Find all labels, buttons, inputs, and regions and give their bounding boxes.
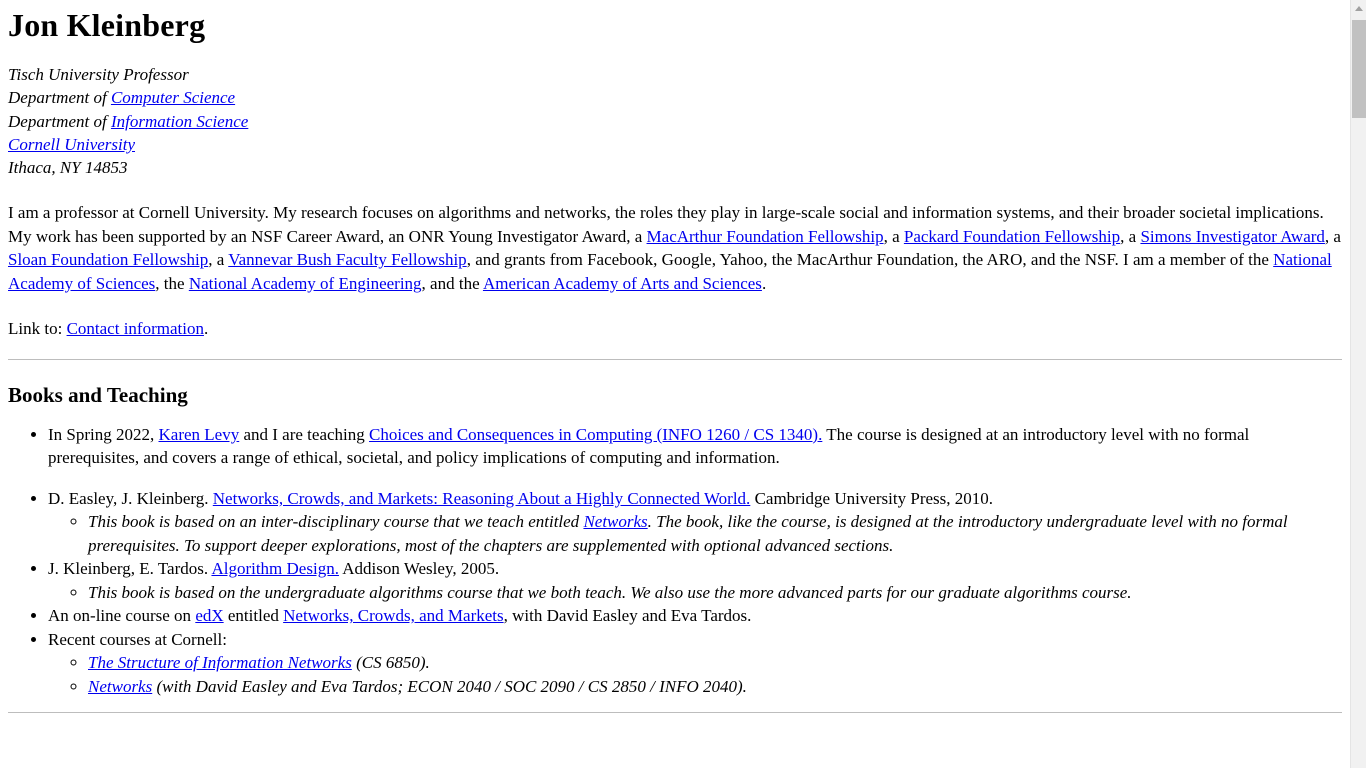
contact-prefix: Link to: bbox=[8, 319, 67, 339]
bio-text-7: , the bbox=[155, 273, 189, 293]
edx-text-1: An on-line course on bbox=[48, 606, 196, 626]
link-information-science[interactable]: Information Science bbox=[111, 112, 248, 131]
bio-text-4: , a bbox=[1324, 226, 1341, 246]
ecn-note-text-1: This book is based on an inter-disciplin… bbox=[88, 512, 584, 532]
spring-text-1: In Spring 2022, bbox=[48, 424, 159, 444]
list-item-edx-course: An on-line course on edX entitled Networ… bbox=[48, 604, 1342, 628]
bio-text-5: , a bbox=[208, 250, 229, 270]
link-edx[interactable]: edX bbox=[195, 606, 223, 625]
bio-text-9: . bbox=[761, 273, 767, 293]
networks-book-notes-list: This book is based on an inter-disciplin… bbox=[48, 510, 1342, 557]
list-item-recent-courses: Recent courses at Cornell: The Structure… bbox=[48, 628, 1342, 699]
browser-viewport: Jon Kleinberg Tisch University Professor… bbox=[0, 0, 1366, 768]
bio-text-6: , and grants from Facebook, Google, Yaho… bbox=[466, 250, 1274, 270]
list-item-algorithm-design-note: This book is based on the undergraduate … bbox=[88, 581, 1342, 605]
networks-course-code: (with David Easley and Eva Tardos; ECON … bbox=[152, 676, 747, 696]
address-block: Tisch University Professor Department of… bbox=[8, 63, 1342, 179]
structure-course-code: (CS 6850). bbox=[351, 653, 430, 673]
scrollbar-thumb[interactable] bbox=[1352, 20, 1366, 118]
recent-courses-label: Recent courses at Cornell: bbox=[48, 629, 227, 649]
link-macarthur-fellowship[interactable]: MacArthur Foundation Fellowship bbox=[647, 227, 884, 246]
address-line-is: Department of Information Science bbox=[8, 110, 1342, 133]
recent-courses-list: The Structure of Information Networks (C… bbox=[48, 651, 1342, 698]
list-item-networks-book-note: This book is based on an inter-disciplin… bbox=[88, 510, 1342, 557]
list-item-networks-course: Networks (with David Easley and Eva Tard… bbox=[88, 675, 1342, 699]
address-line-title-text: Tisch University Professor bbox=[8, 65, 189, 85]
link-cornell-university[interactable]: Cornell University bbox=[8, 135, 135, 154]
algo-text-2: Addison Wesley, 2005. bbox=[338, 559, 500, 579]
address-line-is-prefix: Department of bbox=[8, 111, 111, 131]
spring-text-2: and I are teaching bbox=[239, 424, 370, 444]
list-item-networks-crowds-markets-book: D. Easley, J. Kleinberg. Networks, Crowd… bbox=[48, 487, 1342, 558]
list-item-spring-course: In Spring 2022, Karen Levy and I are tea… bbox=[48, 423, 1342, 470]
bio-paragraph: I am a professor at Cornell University. … bbox=[8, 201, 1342, 295]
link-structure-of-information-networks[interactable]: The Structure of Information Networks bbox=[88, 653, 352, 672]
address-line-university: Cornell University bbox=[8, 133, 1342, 156]
link-choices-and-consequences[interactable]: Choices and Consequences in Computing (I… bbox=[369, 425, 822, 444]
link-packard-fellowship[interactable]: Packard Foundation Fellowship bbox=[904, 227, 1120, 246]
edx-text-2: entitled bbox=[223, 606, 284, 626]
ecn-text-1: D. Easley, J. Kleinberg. bbox=[48, 488, 213, 508]
link-simons-investigator-award[interactable]: Simons Investigator Award bbox=[1140, 227, 1324, 246]
link-national-academy-engineering[interactable]: National Academy of Engineering bbox=[189, 274, 422, 293]
divider-bottom bbox=[8, 712, 1342, 715]
link-karen-levy[interactable]: Karen Levy bbox=[159, 425, 240, 444]
page-title: Jon Kleinberg bbox=[8, 7, 206, 43]
link-networks-crowds-markets-book[interactable]: Networks, Crowds, and Markets: Reasoning… bbox=[213, 489, 751, 508]
algo-text-1: J. Kleinberg, E. Tardos. bbox=[48, 559, 212, 579]
bio-text-2: , a bbox=[883, 226, 904, 246]
books-teaching-list: In Spring 2022, Karen Levy and I are tea… bbox=[8, 423, 1342, 699]
bio-text-3: , a bbox=[1120, 226, 1141, 246]
list-item-algorithm-design-book: J. Kleinberg, E. Tardos. Algorithm Desig… bbox=[48, 557, 1342, 604]
address-line-title: Tisch University Professor bbox=[8, 63, 1342, 86]
link-american-academy-arts-sciences[interactable]: American Academy of Arts and Sciences bbox=[483, 274, 762, 293]
contact-line: Link to: Contact information. bbox=[8, 317, 1342, 341]
algorithm-design-notes-list: This book is based on the undergraduate … bbox=[48, 581, 1342, 605]
vertical-scrollbar[interactable] bbox=[1350, 0, 1366, 768]
link-networks-recent-course[interactable]: Networks bbox=[88, 677, 152, 696]
link-computer-science[interactable]: Computer Science bbox=[111, 88, 235, 107]
link-networks-crowds-markets-course[interactable]: Networks, Crowds, and Markets bbox=[283, 606, 504, 625]
address-line-city: Ithaca, NY 14853 bbox=[8, 156, 1342, 179]
address-line-city-text: Ithaca, NY 14853 bbox=[8, 158, 128, 177]
link-vannevar-bush-fellowship[interactable]: Vannevar Bush Faculty Fellowship bbox=[228, 250, 466, 269]
ecn-text-2: Cambridge University Press, 2010. bbox=[750, 488, 994, 508]
page-content: Jon Kleinberg Tisch University Professor… bbox=[0, 0, 1350, 768]
list-item-structure-of-information-networks: The Structure of Information Networks (C… bbox=[88, 651, 1342, 675]
contact-suffix: . bbox=[203, 319, 209, 339]
edx-text-3: , with David Easley and Eva Tardos. bbox=[503, 606, 752, 626]
address-line-cs-prefix: Department of bbox=[8, 88, 111, 108]
link-networks-course[interactable]: Networks bbox=[583, 512, 647, 531]
link-sloan-fellowship[interactable]: Sloan Foundation Fellowship bbox=[8, 250, 208, 269]
address-line-cs: Department of Computer Science bbox=[8, 86, 1342, 109]
scroll-up-arrow-icon[interactable] bbox=[1351, 0, 1366, 17]
link-contact-information[interactable]: Contact information bbox=[67, 319, 204, 338]
divider-top bbox=[8, 358, 1342, 361]
bio-text-8: , and the bbox=[421, 273, 483, 293]
link-algorithm-design[interactable]: Algorithm Design. bbox=[211, 559, 339, 578]
section-title-books-and-teaching: Books and Teaching bbox=[8, 382, 188, 407]
